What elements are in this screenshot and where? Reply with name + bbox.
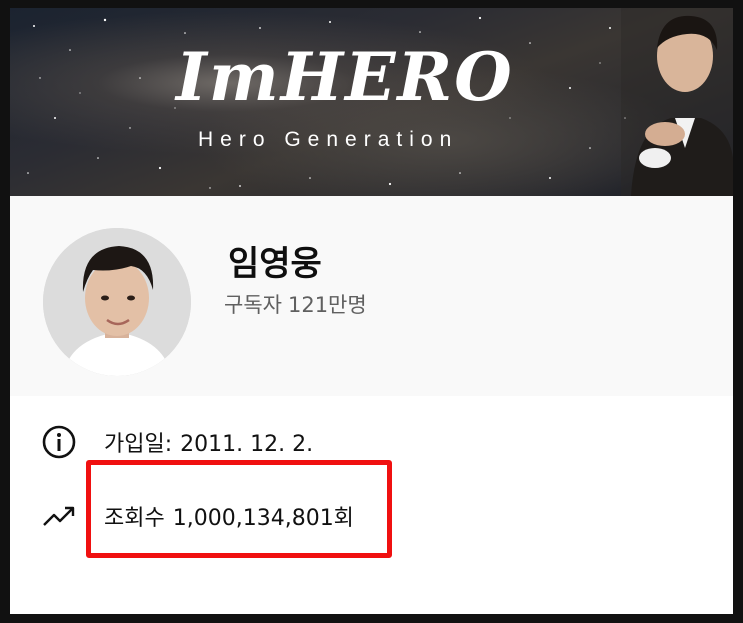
- channel-about-card: ImHERO Hero Generation 임영웅 구독자 121만명 가입일…: [10, 8, 733, 614]
- channel-name: 임영웅: [228, 244, 322, 284]
- trending-up-icon: [43, 506, 75, 526]
- avatar[interactable]: [43, 228, 191, 376]
- info-icon: [42, 425, 76, 459]
- subscriber-count: 구독자 121만명: [224, 289, 373, 319]
- banner-logo-title: ImHERO: [176, 38, 514, 116]
- joined-date-value: 2011. 12. 2.: [180, 432, 314, 457]
- joined-date-text: 가입일: 2011. 12. 2.: [104, 426, 313, 458]
- banner-logo-subtitle: Hero Generation: [198, 128, 459, 151]
- subscribers-label: 구독자: [224, 293, 282, 317]
- avatar-image: [43, 228, 191, 376]
- highlight-annotation-box: [86, 460, 392, 558]
- joined-label: 가입일:: [104, 432, 173, 457]
- banner-portrait-image: [621, 8, 733, 196]
- joined-date-row: 가입일: 2011. 12. 2.: [10, 418, 733, 459]
- channel-profile-section: 임영웅 구독자 121만명: [10, 196, 733, 396]
- channel-banner: ImHERO Hero Generation: [10, 8, 733, 196]
- subscribers-value: 121만명: [287, 293, 367, 317]
